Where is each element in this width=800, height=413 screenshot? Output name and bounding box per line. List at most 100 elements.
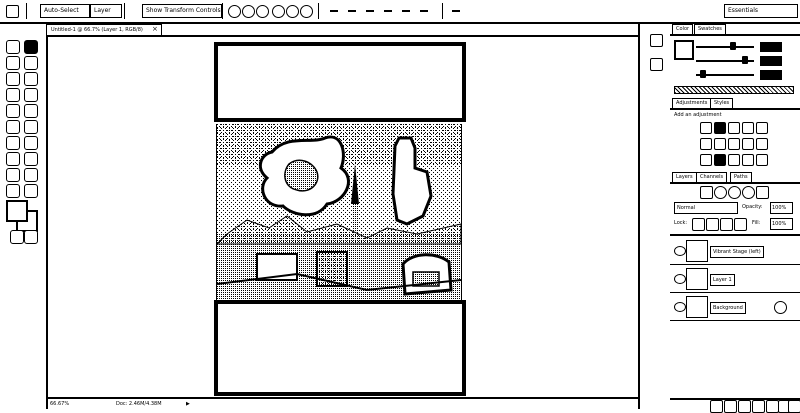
tab-paths[interactable]: Paths (730, 172, 752, 184)
pen-tool-icon[interactable] (6, 152, 20, 166)
exposure-icon[interactable] (742, 122, 754, 134)
black-white-icon[interactable] (728, 138, 740, 150)
healing-brush-icon[interactable] (6, 88, 20, 102)
path-select-icon[interactable] (6, 168, 20, 182)
align-top-icon[interactable] (228, 5, 241, 18)
magic-wand-icon[interactable] (24, 56, 38, 70)
tab-swatches[interactable]: Swatches (694, 24, 726, 36)
green-value[interactable] (760, 56, 782, 66)
align-middle-icon[interactable] (242, 5, 255, 18)
photo-filter-icon[interactable] (742, 138, 754, 150)
selective-color-icon[interactable] (756, 154, 768, 166)
lock-pixels-icon[interactable] (706, 218, 719, 231)
move-tool-icon[interactable] (6, 5, 19, 18)
align-center-icon[interactable] (286, 5, 299, 18)
distribute-icon[interactable] (384, 10, 392, 12)
levels-icon[interactable] (714, 122, 726, 134)
eyedropper-icon[interactable] (24, 72, 38, 86)
gradient-tool-icon[interactable] (24, 120, 38, 134)
lock-transparency-icon[interactable] (692, 218, 705, 231)
layer-kind-icon[interactable] (700, 186, 713, 199)
lock-icon[interactable] (734, 218, 747, 231)
lasso-tool-icon[interactable] (6, 56, 20, 70)
blur-tool-icon[interactable] (6, 136, 20, 150)
layer-row[interactable]: Layer 1 (670, 266, 800, 293)
brightness-icon[interactable] (700, 122, 712, 134)
eye-icon[interactable] (674, 302, 686, 312)
color-ramp[interactable] (674, 86, 794, 94)
blue-slider-knob[interactable] (700, 70, 706, 78)
blue-value[interactable] (760, 70, 782, 80)
text-panel-top[interactable] (214, 42, 466, 122)
close-icon[interactable]: × (152, 24, 160, 34)
auto-align-icon[interactable] (452, 10, 460, 12)
delete-layer-icon[interactable] (788, 400, 800, 413)
actions-panel-icon[interactable] (650, 58, 663, 71)
layer-name[interactable]: Layer 1 (710, 274, 735, 286)
distribute-icon[interactable] (420, 10, 428, 12)
crop-tool-icon[interactable] (6, 72, 20, 86)
tab-channels[interactable]: Channels (696, 172, 728, 184)
artboard[interactable] (212, 42, 466, 396)
color-balance-icon[interactable] (714, 138, 726, 150)
layer-filter-icon[interactable] (728, 186, 741, 199)
distribute-icon[interactable] (348, 10, 356, 12)
zoom-tool-icon[interactable] (24, 184, 38, 198)
text-panel-bottom[interactable] (214, 300, 466, 396)
lock-position-icon[interactable] (720, 218, 733, 231)
align-right-icon[interactable] (300, 5, 313, 18)
align-bottom-icon[interactable] (256, 5, 269, 18)
tab-adjustments[interactable]: Adjustments (672, 98, 712, 110)
hand-tool-icon[interactable] (6, 184, 20, 198)
layer-row[interactable]: Background (670, 294, 800, 321)
new-adjustment-icon[interactable] (752, 400, 765, 413)
tab-styles[interactable]: Styles (710, 98, 734, 110)
channel-mixer-icon[interactable] (756, 138, 768, 150)
layer-name[interactable]: Background (710, 302, 746, 314)
hue-saturation-icon[interactable] (700, 138, 712, 150)
distribute-icon[interactable] (366, 10, 374, 12)
layer-row[interactable]: Vibrant Stage (left) (670, 238, 800, 265)
eraser-icon[interactable] (6, 120, 20, 134)
red-slider-knob[interactable] (730, 42, 736, 50)
quick-mask-icon[interactable] (10, 230, 24, 244)
shape-tool-icon[interactable] (24, 168, 38, 182)
distribute-icon[interactable] (330, 10, 338, 12)
layer-name[interactable]: Vibrant Stage (left) (710, 246, 764, 258)
blend-mode-dropdown[interactable]: Normal (674, 202, 738, 214)
eye-icon[interactable] (674, 274, 686, 284)
history-brush-icon[interactable] (24, 104, 38, 118)
workspace-button[interactable]: Essentials (724, 4, 798, 18)
layer-filter-icon[interactable] (742, 186, 755, 199)
status-menu-arrow-icon[interactable]: ▶ (186, 399, 190, 409)
layer-filter-icon[interactable] (756, 186, 769, 199)
move-tool-icon[interactable] (24, 40, 38, 54)
history-panel-icon[interactable] (650, 34, 663, 47)
show-transform-controls-checkbox[interactable]: Show Transform Controls (142, 4, 222, 18)
red-value[interactable] (760, 42, 782, 52)
opacity-value[interactable]: 100% (770, 202, 793, 214)
clone-stamp-icon[interactable] (6, 104, 20, 118)
add-mask-icon[interactable] (738, 400, 751, 413)
posterize-icon[interactable] (714, 154, 726, 166)
color-swatch-icon[interactable] (674, 40, 694, 60)
green-slider-knob[interactable] (742, 56, 748, 64)
brush-tool-icon[interactable] (24, 88, 38, 102)
screen-mode-icon[interactable] (24, 230, 38, 244)
dodge-tool-icon[interactable] (24, 136, 38, 150)
distribute-icon[interactable] (402, 10, 410, 12)
layer-dropdown[interactable]: Layer (90, 4, 122, 18)
fill-value[interactable]: 100% (770, 218, 793, 230)
curves-icon[interactable] (728, 122, 740, 134)
foreground-color-swatch[interactable] (6, 200, 28, 222)
invert-icon[interactable] (700, 154, 712, 166)
layer-filter-icon[interactable] (714, 186, 727, 199)
type-tool-icon[interactable] (24, 152, 38, 166)
marquee-tool-icon[interactable] (6, 40, 20, 54)
tab-layers[interactable]: Layers (672, 172, 697, 184)
layer-style-icon[interactable] (724, 400, 737, 413)
auto-select-checkbox[interactable]: Auto-Select (40, 4, 90, 18)
align-left-icon[interactable] (272, 5, 285, 18)
threshold-icon[interactable] (728, 154, 740, 166)
red-slider[interactable] (696, 46, 754, 48)
